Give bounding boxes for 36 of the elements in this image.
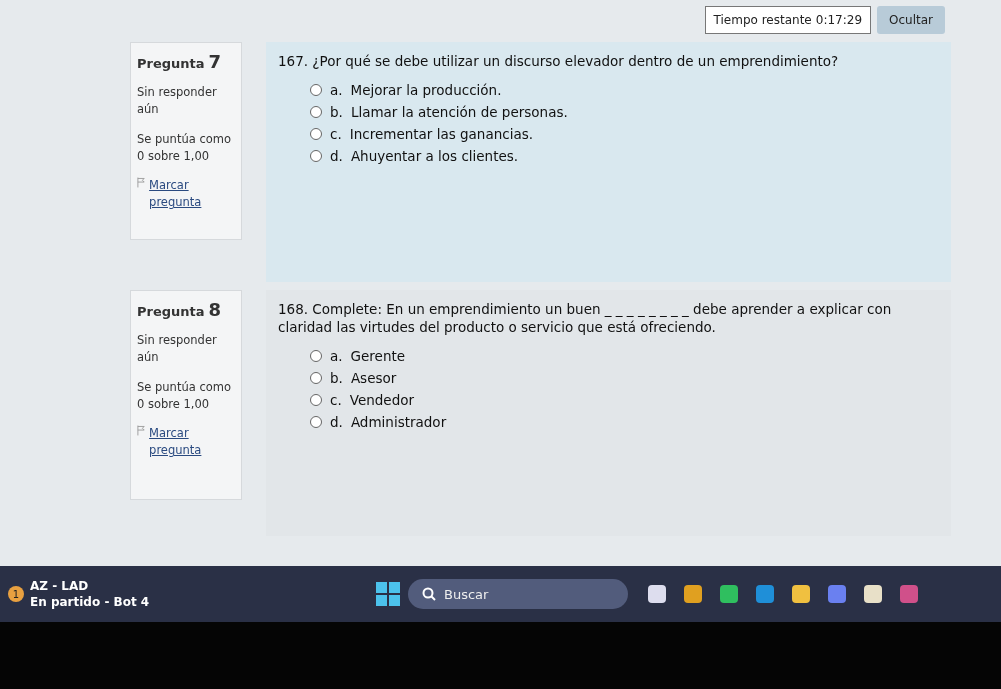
question-status: Sin responder aún	[137, 332, 218, 367]
question-grading: Se puntúa como 0 sobre 1,00	[137, 130, 232, 165]
answer-option[interactable]: b. Asesor	[310, 370, 939, 387]
radio-button[interactable]	[310, 128, 322, 141]
answer-option[interactable]: c. Incrementar las ganancias.	[310, 126, 939, 143]
radio-button[interactable]	[310, 84, 322, 97]
answer-option[interactable]: d. Administrador	[310, 414, 939, 431]
app-subtitle: En partido - Bot 4	[30, 595, 150, 609]
radio-button[interactable]	[310, 150, 322, 163]
windows-start-icon[interactable]	[376, 582, 400, 606]
radio-button[interactable]	[310, 350, 322, 363]
radio-button[interactable]	[310, 372, 322, 385]
radio-button[interactable]	[310, 106, 322, 119]
question-status: Sin responder aún	[137, 84, 218, 119]
app-title: AZ - LAD	[30, 579, 90, 593]
timer: Tiempo restante 0:17:29	[704, 6, 871, 34]
search-field[interactable]: Buscar	[408, 579, 628, 609]
hide-button[interactable]: Ocultar	[877, 6, 945, 34]
question-title: Pregunta 8	[137, 299, 223, 320]
flag-question-link[interactable]: Marcar pregunta	[149, 177, 235, 212]
question-text: 168. Complete: En un emprendimiento un buen _ _ _ _ _ _ _ _ debe aprender a explicar con claridad las virtudes del producto o servicio que está ofreciendo.	[278, 300, 893, 337]
radio-button[interactable]	[310, 394, 322, 407]
flag-icon	[137, 425, 146, 436]
answer-option[interactable]: a. Mejorar la producción.	[310, 82, 939, 99]
search-icon	[422, 587, 436, 601]
question-title: Pregunta 7	[137, 51, 223, 72]
question-text: 167. ¿Por qué se debe utilizar un discurso elevador dentro de un emprendimiento?	[278, 52, 840, 71]
answer-option[interactable]: d. Ahuyentar a los clientes.	[310, 148, 939, 165]
radio-button[interactable]	[310, 416, 322, 429]
answer-option[interactable]: a. Gerente	[310, 348, 939, 365]
notification-badge: 1	[8, 586, 24, 602]
flag-question-link[interactable]: Marcar pregunta	[149, 425, 235, 460]
question-grading: Se puntúa como 0 sobre 1,00	[137, 378, 232, 413]
flag-icon	[137, 177, 146, 188]
answer-option[interactable]: b. Llamar la atención de personas.	[310, 104, 939, 121]
answer-option[interactable]: c. Vendedor	[310, 392, 939, 409]
